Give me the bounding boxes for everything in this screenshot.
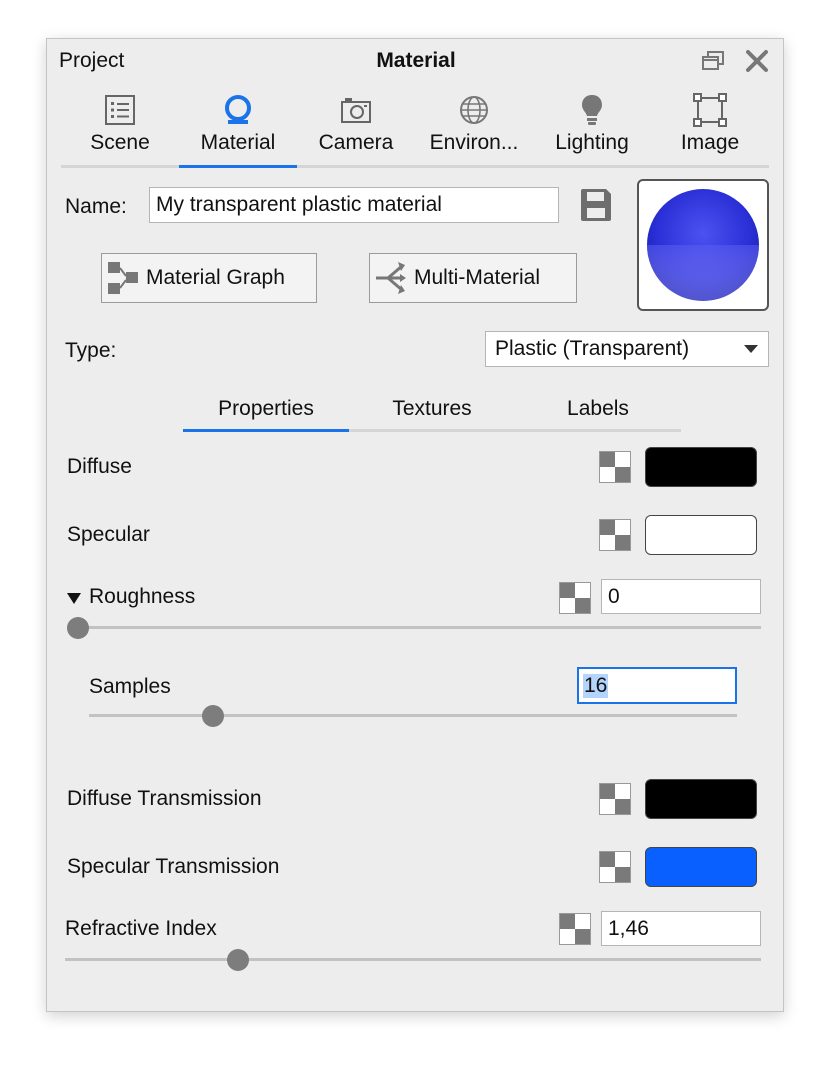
type-select-value: Plastic (Transparent) — [495, 337, 690, 360]
preview-sphere — [647, 189, 759, 301]
tab-lighting-label: Lighting — [555, 131, 629, 154]
diffuse-transmission-color-swatch[interactable] — [645, 779, 757, 819]
tabs-divider — [61, 165, 769, 168]
specular-transmission-color-swatch[interactable] — [645, 847, 757, 887]
split-icon — [376, 262, 406, 294]
tab-environment-label: Environ... — [429, 131, 519, 154]
diffuse-color-swatch[interactable] — [645, 447, 757, 487]
refractive-index-label: Refractive Index — [65, 917, 217, 940]
material-name-input[interactable] — [149, 187, 559, 223]
slider-handle[interactable] — [67, 617, 89, 639]
roughness-label: Roughness — [89, 585, 196, 608]
subtab-properties[interactable]: Properties — [183, 397, 349, 421]
slider-handle[interactable] — [227, 949, 249, 971]
tab-active-indicator — [179, 165, 297, 168]
tab-image[interactable]: Image — [655, 91, 765, 163]
specular-color-swatch[interactable] — [645, 515, 757, 555]
type-label: Type: — [65, 339, 117, 362]
texture-checker-icon[interactable] — [599, 451, 631, 483]
project-title-tab[interactable]: Project — [59, 49, 124, 73]
slider-track — [67, 626, 761, 629]
material-graph-label: Material Graph — [146, 266, 285, 289]
panel-title: Material — [376, 49, 456, 72]
samples-slider[interactable] — [89, 705, 737, 727]
close-icon[interactable] — [743, 47, 771, 75]
specular-label: Specular — [67, 523, 150, 546]
list-icon — [65, 91, 175, 129]
tab-lighting[interactable]: Lighting — [537, 91, 647, 163]
texture-checker-icon[interactable] — [559, 913, 591, 945]
material-graph-button[interactable]: Material Graph — [101, 253, 317, 303]
subtab-labels[interactable]: Labels — [515, 397, 681, 421]
camera-icon — [301, 91, 411, 129]
roughness-slider[interactable] — [67, 617, 761, 639]
samples-value: 16 — [583, 673, 609, 698]
bulb-icon — [537, 91, 647, 129]
diffuse-label: Diffuse — [67, 455, 132, 478]
texture-checker-icon[interactable] — [599, 783, 631, 815]
tab-camera[interactable]: Camera — [301, 91, 411, 163]
tab-scene-label: Scene — [90, 131, 150, 154]
subtab-active-indicator — [183, 429, 349, 432]
material-panel: Project Material Scene Material Camera E… — [46, 38, 784, 1012]
material-icon — [183, 91, 293, 129]
tab-environment[interactable]: Environ... — [419, 91, 529, 163]
tab-scene[interactable]: Scene — [65, 91, 175, 163]
multi-material-label: Multi-Material — [414, 266, 541, 289]
texture-checker-icon[interactable] — [599, 851, 631, 883]
diffuse-transmission-label: Diffuse Transmission — [67, 787, 262, 810]
roughness-input[interactable] — [601, 579, 761, 614]
samples-label: Samples — [89, 675, 171, 698]
multi-material-button[interactable]: Multi-Material — [369, 253, 577, 303]
texture-checker-icon[interactable] — [599, 519, 631, 551]
chevron-down-icon — [744, 345, 758, 353]
texture-checker-icon[interactable] — [559, 582, 591, 614]
specular-transmission-label: Specular Transmission — [67, 855, 280, 878]
material-preview — [637, 179, 769, 311]
tab-material[interactable]: Material — [183, 91, 293, 163]
tab-camera-label: Camera — [318, 131, 394, 154]
slider-track — [89, 714, 737, 717]
image-frame-icon — [655, 91, 765, 129]
slider-track — [65, 958, 761, 961]
globe-icon — [419, 91, 529, 129]
name-label: Name: — [65, 195, 127, 218]
graph-icon — [108, 262, 138, 294]
restore-icon[interactable] — [699, 47, 727, 75]
type-select[interactable]: Plastic (Transparent) — [485, 331, 769, 367]
subtab-textures[interactable]: Textures — [349, 397, 515, 421]
slider-handle[interactable] — [202, 705, 224, 727]
tab-material-label: Material — [200, 131, 276, 154]
samples-input[interactable]: 16 — [577, 667, 737, 704]
refractive-index-slider[interactable] — [65, 949, 761, 971]
tab-image-label: Image — [680, 131, 740, 154]
save-icon[interactable] — [579, 187, 615, 223]
refractive-index-input[interactable] — [601, 911, 761, 946]
collapse-triangle-icon[interactable] — [67, 591, 81, 605]
